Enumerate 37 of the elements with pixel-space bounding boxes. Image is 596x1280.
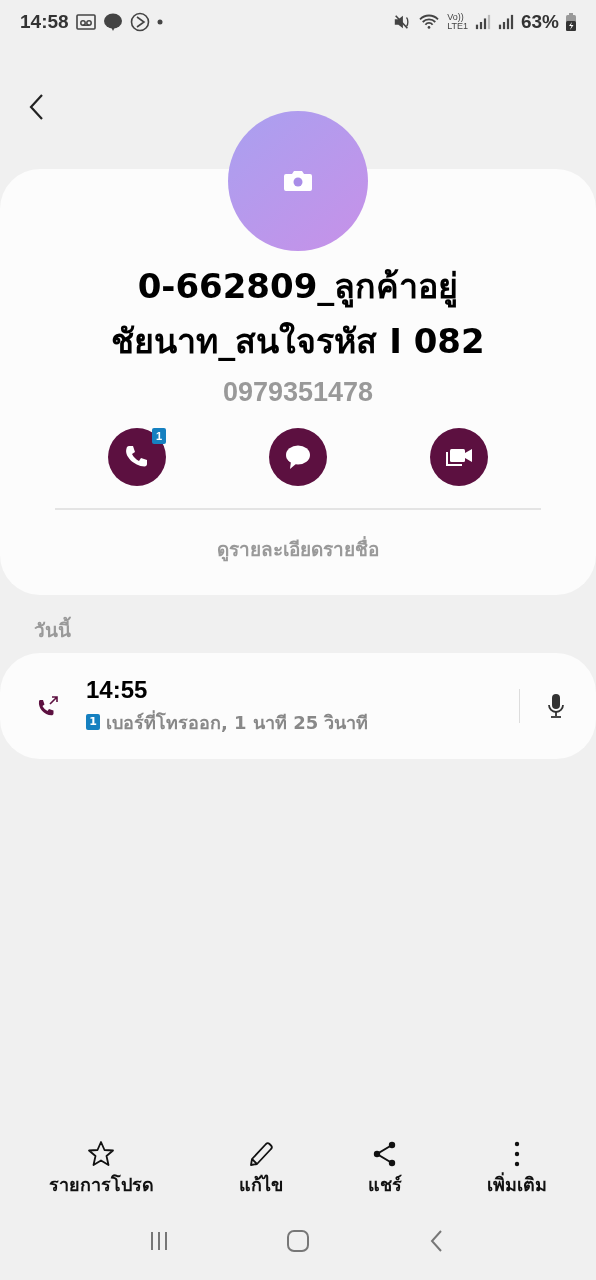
- battery-icon: [566, 13, 576, 31]
- signal-icon: [497, 13, 514, 31]
- edit-button[interactable]: แก้ไข: [238, 1140, 283, 1202]
- dot-icon: [156, 19, 163, 25]
- share-button[interactable]: แชร์: [368, 1140, 403, 1202]
- favorite-button[interactable]: รายการโปรด: [48, 1140, 154, 1202]
- play-circle-icon: [129, 12, 150, 32]
- chat-bubble-icon: [284, 443, 312, 471]
- signal-icon: [474, 13, 491, 31]
- contact-name: 0-662809_ลูกค้าอยู่: [137, 265, 459, 310]
- volte-label: Vo)): [447, 13, 464, 22]
- home-icon: [286, 1229, 310, 1253]
- battery-level: 63%: [520, 11, 559, 33]
- call-time: 14:55: [86, 675, 149, 704]
- call-log-card[interactable]: 14:55 1 เบอร์ที่โทรออก, 1 นาที 25 วินาที: [0, 653, 596, 759]
- call-button[interactable]: 1: [108, 428, 166, 486]
- voicemail-icon: [75, 13, 96, 31]
- chat-bubble-icon: [102, 12, 123, 32]
- camera-icon: [283, 169, 313, 193]
- network-label: LTE1: [447, 22, 468, 31]
- outgoing-call-icon: [36, 694, 60, 718]
- more-icon: [514, 1141, 521, 1167]
- star-icon: [87, 1140, 116, 1168]
- status-time: 14:58: [20, 11, 69, 33]
- video-button[interactable]: [430, 428, 488, 486]
- phone-number: 0979351478: [222, 377, 374, 408]
- count-badge: 1: [152, 428, 166, 444]
- microphone-icon: [546, 692, 566, 720]
- message-button[interactable]: [269, 428, 327, 486]
- section-heading: วันนี้: [0, 595, 596, 653]
- call-description: เบอร์ที่โทรออก, 1 นาที 25 วินาที: [106, 709, 369, 735]
- contact-name: ชัยนาท_สนใจรหัส I 082: [111, 320, 485, 363]
- sim-badge: 1: [86, 714, 100, 730]
- wifi-icon: [418, 13, 441, 31]
- microphone-button[interactable]: [546, 692, 566, 720]
- home-button[interactable]: [286, 1229, 310, 1253]
- more-button[interactable]: เพิ่มเติม: [487, 1140, 548, 1202]
